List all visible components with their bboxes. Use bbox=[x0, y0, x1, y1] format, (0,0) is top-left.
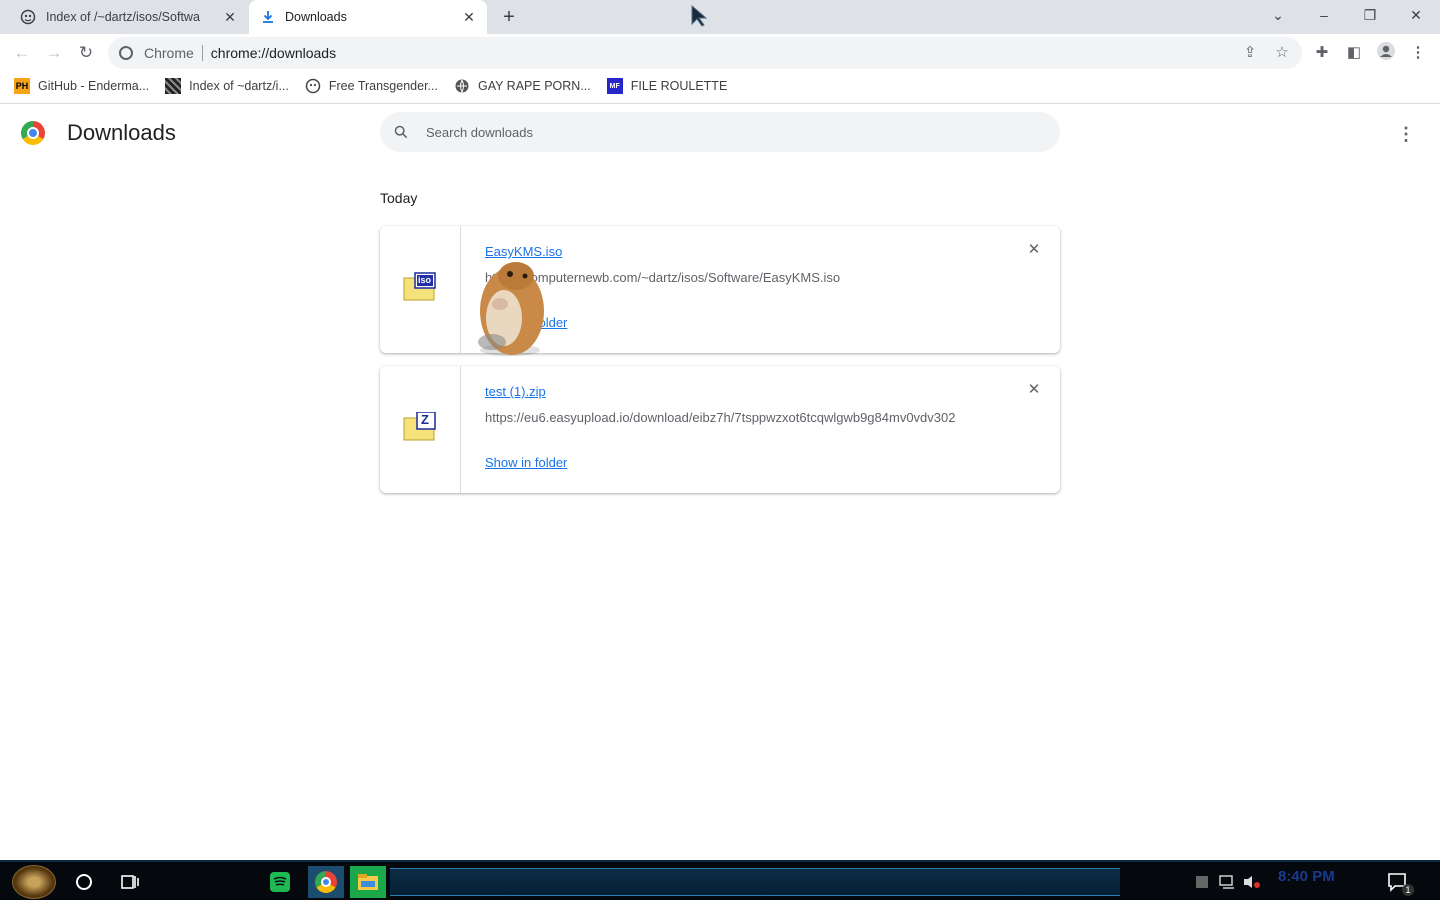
file-explorer-taskbar-icon[interactable] bbox=[350, 866, 386, 898]
ph-icon: PH bbox=[14, 78, 30, 94]
globe-icon bbox=[455, 79, 469, 94]
bookmark-free-transgender[interactable]: Free Transgender... bbox=[305, 78, 438, 94]
restore-button[interactable]: ❐ bbox=[1358, 5, 1382, 25]
notification-center-icon[interactable]: 1 bbox=[1380, 866, 1416, 898]
volume-muted-icon[interactable] bbox=[1234, 866, 1270, 898]
remove-download-icon[interactable]: ✕ bbox=[1026, 382, 1042, 398]
show-in-folder-link[interactable]: Show in folder bbox=[485, 455, 567, 470]
tab-title: Index of /~dartz/isos/Softwa bbox=[46, 10, 200, 24]
web-icon bbox=[305, 78, 321, 94]
tab-downloads[interactable]: Downloads ✕ bbox=[249, 0, 487, 34]
spotify-taskbar-icon[interactable] bbox=[262, 866, 298, 898]
extensions-icon[interactable]: ✚ bbox=[1310, 41, 1334, 65]
bookmark-file-roulette[interactable]: MF FILE ROULETTE bbox=[606, 78, 728, 94]
new-tab-button[interactable]: + bbox=[498, 6, 520, 28]
zip-badge: Z bbox=[421, 412, 429, 427]
bookmark-label: GAY RAPE PORN... bbox=[477, 79, 591, 93]
bookmark-index-dartz[interactable]: Index of ~dartz/i... bbox=[165, 78, 289, 94]
date-section-label: Today bbox=[380, 190, 418, 206]
bookmark-label: GitHub - Enderma... bbox=[38, 79, 150, 93]
search-box[interactable] bbox=[380, 112, 1060, 152]
tab-search-button[interactable]: ⌄ bbox=[1266, 5, 1290, 25]
side-panel-icon[interactable]: ◧ bbox=[1342, 41, 1366, 65]
remove-download-icon[interactable]: ✕ bbox=[1026, 242, 1042, 258]
download-icon bbox=[263, 11, 273, 23]
bookmark-label: Index of ~dartz/i... bbox=[189, 79, 289, 93]
tab-index-dartz[interactable]: Index of /~dartz/isos/Softwa ✕ bbox=[8, 0, 248, 34]
mf-icon: MF bbox=[606, 78, 623, 94]
tab-close-icon[interactable]: ✕ bbox=[461, 9, 477, 25]
bookmark-label: FILE ROULETTE bbox=[630, 79, 728, 93]
chrome-logo-icon bbox=[21, 121, 45, 145]
file-icon-column: Z bbox=[380, 366, 461, 493]
notification-count: 1 bbox=[1402, 884, 1414, 896]
chrome-page-icon bbox=[119, 46, 133, 60]
taskbar-clock[interactable]: 8:40 PM bbox=[1278, 868, 1348, 888]
chrome-taskbar-icon[interactable] bbox=[308, 866, 344, 898]
chrome-label: Chrome bbox=[144, 45, 194, 61]
omnibox-separator bbox=[201, 45, 203, 61]
downloads-menu-icon[interactable]: ⋮ bbox=[1394, 122, 1418, 146]
pixel-icon bbox=[165, 78, 182, 94]
page-title: Downloads bbox=[67, 120, 176, 145]
web-icon bbox=[20, 9, 36, 25]
back-button[interactable]: ← bbox=[10, 41, 34, 65]
search-input[interactable] bbox=[426, 124, 1026, 140]
start-button[interactable] bbox=[12, 865, 56, 899]
mouse-cursor-icon bbox=[691, 4, 708, 27]
tab-strip: Index of /~dartz/isos/Softwa ✕ Downloads… bbox=[0, 0, 1440, 34]
zip-file-icon bbox=[403, 412, 436, 441]
address-bar[interactable]: Chrome chrome://downloads bbox=[108, 37, 1302, 69]
search-icon bbox=[394, 125, 408, 139]
file-source-url[interactable]: https://eu6.easyupload.io/download/eibz7… bbox=[485, 410, 955, 425]
browser-toolbar: ← → ↻ Chrome chrome://downloads ⇪ ☆ ✚ ◧ … bbox=[0, 34, 1440, 71]
file-name-link[interactable]: test (1).zip bbox=[485, 384, 546, 399]
cortana-icon[interactable] bbox=[66, 866, 102, 898]
bookmark-github[interactable]: PH GitHub - Enderma... bbox=[14, 78, 149, 94]
taskbar-band bbox=[390, 868, 1120, 896]
hamster-pet-image bbox=[478, 262, 544, 356]
taskbar: 8:40 PM 1 bbox=[0, 860, 1440, 900]
tab-title: Downloads bbox=[285, 10, 347, 24]
bookmark-star-icon[interactable]: ☆ bbox=[1270, 41, 1294, 65]
bookmarks-bar: PH GitHub - Enderma... Index of ~dartz/i… bbox=[0, 71, 1440, 101]
profile-avatar[interactable] bbox=[1374, 41, 1398, 65]
tab-close-icon[interactable]: ✕ bbox=[222, 9, 238, 25]
bookmark-label: Free Transgender... bbox=[328, 79, 438, 93]
minimize-button[interactable]: – bbox=[1312, 5, 1336, 25]
iso-badge: iso bbox=[418, 275, 432, 285]
task-view-icon[interactable] bbox=[112, 866, 148, 898]
close-window-button[interactable]: ✕ bbox=[1404, 5, 1428, 25]
menu-kebab-icon[interactable]: ⋮ bbox=[1406, 41, 1430, 65]
url-text: chrome://downloads bbox=[210, 45, 337, 61]
file-icon-column: iso bbox=[380, 226, 461, 353]
downloads-header: Downloads ⋮ bbox=[0, 104, 1440, 160]
reload-button[interactable]: ↻ bbox=[74, 41, 98, 65]
download-item: Z test (1).zip https://eu6.easyupload.io… bbox=[380, 366, 1060, 493]
forward-button[interactable]: → bbox=[42, 41, 66, 65]
bookmark-gay-rape[interactable]: GAY RAPE PORN... bbox=[454, 78, 591, 94]
share-icon[interactable]: ⇪ bbox=[1238, 41, 1262, 65]
